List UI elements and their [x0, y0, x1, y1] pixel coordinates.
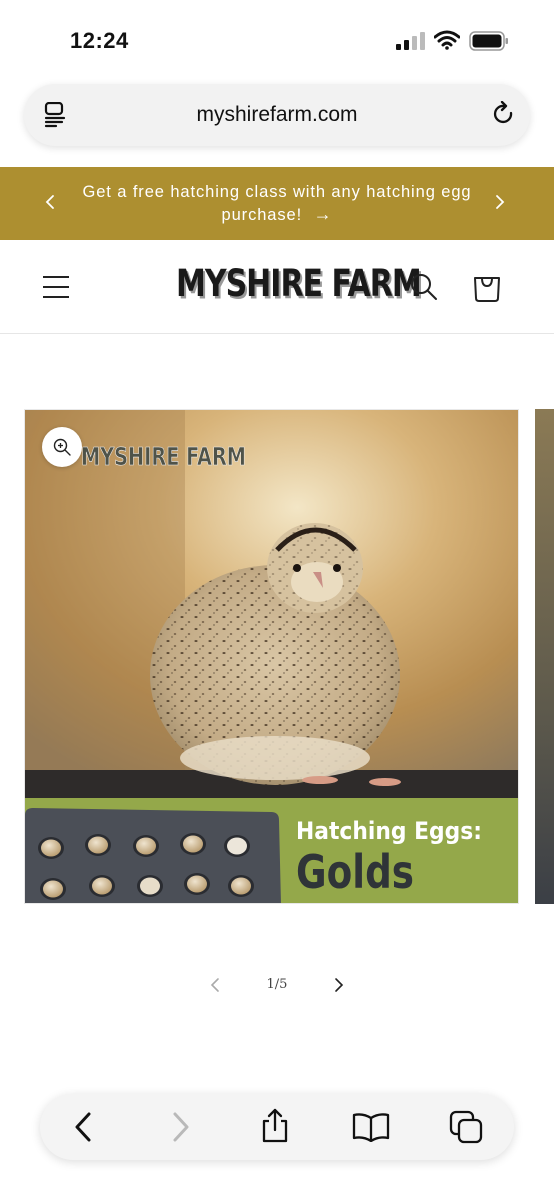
- arrow-right-icon: →: [313, 204, 333, 224]
- cart-icon[interactable]: [472, 271, 502, 303]
- zoom-button[interactable]: [42, 427, 82, 467]
- tabs-icon[interactable]: [449, 1110, 483, 1144]
- browser-toolbar: [40, 1094, 514, 1160]
- page: 12:24 myshirefarm.com Get a free hatchin…: [0, 0, 554, 1200]
- forward-icon: [173, 1112, 189, 1142]
- announcement-link[interactable]: Get a free hatching class with any hatch…: [78, 181, 476, 226]
- wifi-icon: [434, 30, 460, 50]
- back-icon[interactable]: [72, 1110, 94, 1144]
- announcement-bar: Get a free hatching class with any hatch…: [0, 167, 554, 240]
- image-watermark: MYSHIRE FARM: [81, 442, 246, 471]
- status-bar: 12:24: [0, 0, 554, 80]
- banner-title: Hatching Eggs:: [296, 817, 482, 845]
- search-icon[interactable]: [410, 273, 438, 301]
- bookmarks-icon[interactable]: [352, 1112, 390, 1142]
- battery-icon: [469, 31, 508, 51]
- site-logo[interactable]: MYSHIRE FARM: [176, 262, 422, 306]
- share-icon[interactable]: [259, 1108, 291, 1144]
- announcement-text: Get a free hatching class with any hatch…: [82, 183, 472, 224]
- slider-next-icon[interactable]: [332, 977, 346, 993]
- address-bar[interactable]: myshirefarm.com: [24, 84, 530, 146]
- zoom-in-icon: [53, 438, 71, 456]
- next-slide-preview[interactable]: [535, 409, 554, 904]
- product-image[interactable]: MYSHIRE FARM Hatching Eggs: Golds: [24, 409, 519, 904]
- status-time: 12:24: [70, 28, 129, 53]
- slider-prev-icon[interactable]: [208, 977, 222, 993]
- site-header: MYSHIRE FARM: [0, 240, 554, 334]
- menu-icon[interactable]: [42, 275, 70, 299]
- url-text[interactable]: myshirefarm.com: [24, 103, 530, 127]
- slider-counter: 1/5: [266, 977, 288, 992]
- announcement-next-icon[interactable]: [494, 193, 506, 211]
- product-photo: MYSHIRE FARM Hatching Eggs: Golds: [25, 410, 518, 903]
- reload-icon[interactable]: [492, 101, 516, 127]
- banner-subtitle: Golds: [296, 845, 414, 899]
- signal-icon: [396, 32, 425, 50]
- announcement-prev-icon[interactable]: [44, 193, 56, 211]
